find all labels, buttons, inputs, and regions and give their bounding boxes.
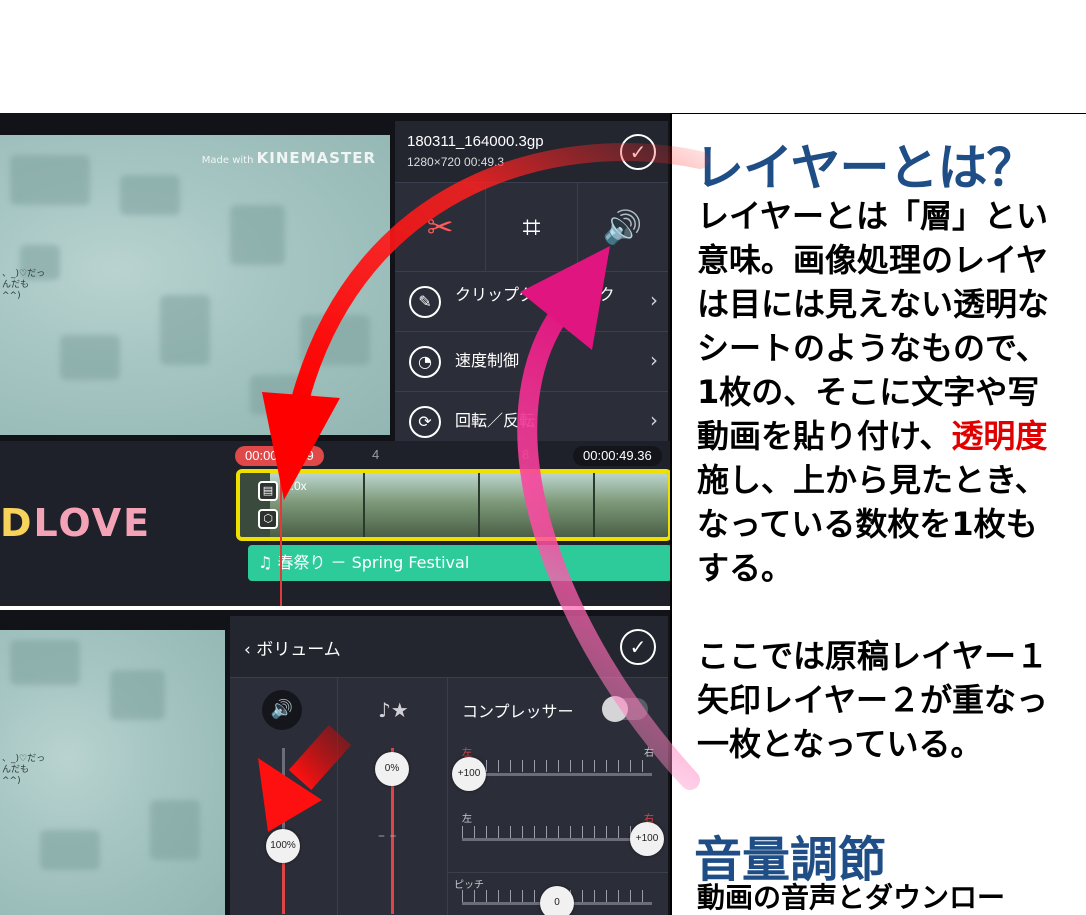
pitch-slider[interactable]: 0: [540, 886, 574, 915]
kinemaster-watermark: Made with KINEMASTER: [201, 149, 376, 167]
compressor-label: コンプレッサー: [462, 702, 574, 721]
body-line: 一枚となっている。: [697, 725, 983, 763]
column-divider: [670, 113, 672, 915]
body-line: 施し、上から見たとき、: [697, 461, 1047, 499]
clip-file-meta: 1280×720 00:49.3: [407, 155, 505, 169]
clip-speed: 1.0x: [284, 479, 307, 493]
body-line: 矢印レイヤー２が重なっ: [697, 681, 1049, 719]
volume-header: ‹ ボリューム ✓: [230, 616, 668, 678]
volume-icon[interactable]: 🔊: [578, 183, 668, 271]
body-line: レイヤーとは「層」とい: [697, 197, 1049, 235]
love-sticker[interactable]: DLOVE: [0, 501, 151, 545]
menu-item-label: クリップグラフィック: [455, 285, 615, 304]
menu-item-label: 回転／反転: [455, 411, 536, 430]
footer-line: 動画の音声とダウンロー: [697, 881, 1006, 914]
body-line: 意味。画像処理のレイヤ: [697, 241, 1049, 279]
chevron-right-icon: ›: [650, 288, 658, 312]
center-marker: – –: [378, 828, 397, 844]
volume-panel: ‹ ボリューム ✓ 🔊 100% ♪★ 0% – – コンプレッサー 左 右 +…: [230, 616, 668, 915]
layer-heading: レイヤーとは？: [694, 139, 1036, 197]
music-note-icon: ♫: [258, 553, 273, 572]
music-star-icon: ♪★: [378, 698, 409, 722]
pitch-label: ピッチ: [454, 880, 484, 891]
audio-settings-column: コンプレッサー 左 右 +100 左 右 +100 ピッチ 0: [448, 678, 668, 915]
end-time: 00:00:49.36: [573, 446, 662, 466]
effect-icon: ⬡: [258, 509, 278, 529]
tutorial-slide: 、_)♡だっ んだも ^^) Made with KINEMASTER 1803…: [0, 0, 1086, 915]
scissors-icon[interactable]: ✂: [395, 183, 487, 271]
pan-slider-bottom[interactable]: +100: [630, 822, 664, 856]
volume-icon[interactable]: 🔊: [262, 690, 302, 730]
clip-volume-slider[interactable]: 100%: [266, 829, 300, 863]
bgm-volume-column: ♪★ 0% – –: [338, 678, 448, 915]
clip-volume-column: 🔊 100%: [230, 678, 338, 915]
pan-slider-top[interactable]: +100: [452, 757, 486, 791]
chevron-right-icon: ›: [650, 348, 658, 372]
menu-item-speed[interactable]: ◔ 速度制御 ›: [395, 331, 668, 391]
chevron-right-icon: ›: [650, 408, 658, 432]
playhead[interactable]: [280, 463, 282, 606]
volume-title: ‹ ボリューム: [244, 640, 341, 660]
bgm-volume-slider[interactable]: 0%: [375, 752, 409, 786]
ruler-tick: 4: [372, 447, 380, 462]
body-line: なっている数枚を1枚も: [697, 505, 1038, 543]
pan-left-label: 左: [462, 814, 472, 825]
film-icon: ▤: [258, 481, 278, 501]
compressor-toggle[interactable]: [602, 696, 648, 722]
top-rule: [672, 113, 1086, 114]
body-line: シートのようなもので、: [697, 329, 1048, 367]
body-line: は目には見えない透明な: [697, 285, 1050, 323]
clip-edit-panel: 180311_164000.3gp 1280×720 00:49.3 ✓ ✂ ⌗…: [395, 121, 668, 443]
crop-icon[interactable]: ⌗: [486, 183, 578, 271]
speed-icon: ◔: [409, 346, 441, 378]
body-line-highlight: 動画を貼り付け、透明度: [697, 417, 1048, 455]
timeline[interactable]: DLOVE 00:00:00.19 4 8 00:00:49.36 ▤ ⬡ 1.…: [0, 441, 672, 606]
video-preview: 、_)♡だっ んだも ^^): [0, 630, 225, 915]
menu-item-label: 速度制御: [455, 351, 520, 370]
ruler-tick: 8: [522, 447, 530, 462]
clip-header: 180311_164000.3gp 1280×720 00:49.3 ✓: [395, 121, 668, 183]
menu-item-clip-graphics[interactable]: ✎ クリップグラフィック ›: [395, 271, 668, 331]
body-line: する。: [697, 549, 794, 587]
rotate-icon: ⟳: [409, 406, 441, 438]
editor-screenshot-top: 、_)♡だっ んだも ^^) Made with KINEMASTER 1803…: [0, 113, 672, 606]
editor-screenshot-bottom: 、_)♡だっ んだも ^^) ‹ ボリューム ✓ 🔊 100% ♪★ 0% – …: [0, 610, 672, 915]
clip-file-name: 180311_164000.3gp: [407, 133, 544, 150]
back-icon[interactable]: ‹: [244, 640, 251, 660]
pan-right-label: 右: [644, 748, 654, 759]
confirm-check-button[interactable]: ✓: [620, 629, 656, 665]
audio-clip-track[interactable]: ♫ 春祭り － Spring Festival: [248, 545, 672, 581]
preview-caption: 、_)♡だっ んだも ^^): [2, 754, 46, 786]
audio-clip-label: 春祭り － Spring Festival: [277, 553, 470, 572]
body-line: ここでは原稿レイヤー１: [697, 637, 1049, 675]
clip-graphics-icon: ✎: [409, 286, 441, 318]
clip-tool-row: ✂ ⌗ 🔊: [395, 183, 668, 271]
highlight-text: 透明度: [951, 417, 1048, 455]
preview-caption: 、_)♡だっ んだも ^^): [2, 269, 46, 301]
confirm-check-button[interactable]: ✓: [620, 134, 656, 170]
body-line: 1枚の、そこに文字や写: [697, 373, 1040, 411]
video-preview: 、_)♡だっ んだも ^^) Made with KINEMASTER: [0, 135, 390, 435]
video-clip-track[interactable]: ▤ ⬡ 1.0x: [236, 469, 672, 541]
